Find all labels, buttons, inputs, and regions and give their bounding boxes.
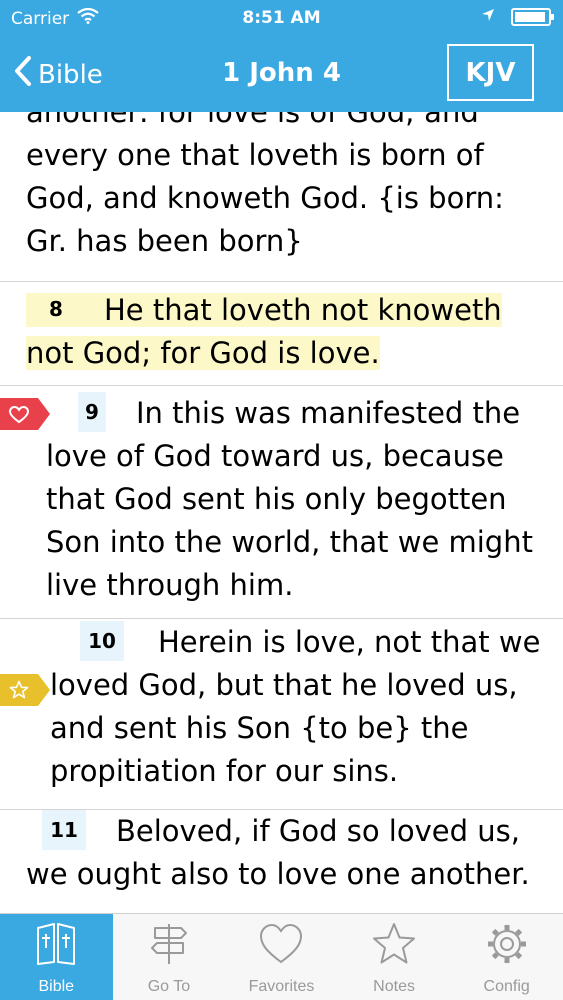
tab-bar: Bible Go To Favorites Notes Config	[0, 913, 563, 1000]
note-marker[interactable]	[0, 674, 50, 706]
chevron-left-icon	[14, 56, 32, 93]
tab-config[interactable]: Config	[450, 914, 563, 1000]
favorite-marker[interactable]	[0, 398, 50, 430]
tab-notes[interactable]: Notes	[338, 914, 451, 1000]
verse-row[interactable]: another: for love is of God; and every o…	[0, 112, 563, 282]
verse-number: 11	[42, 810, 86, 850]
tab-label: Go To	[147, 978, 191, 995]
location-arrow-icon	[481, 7, 495, 27]
battery-fill	[515, 12, 546, 22]
chapter-content[interactable]: another: for love is of God; and every o…	[0, 112, 563, 913]
verse-body: 10 Herein is love, not that we loved God,…	[50, 621, 543, 793]
verse-text: another: for love is of God; and every o…	[26, 112, 504, 258]
tab-label: Config	[483, 978, 530, 995]
star-icon	[9, 669, 29, 712]
verse-number: 9	[78, 392, 106, 432]
verse-body: 9 In this was manifested the love of God …	[46, 392, 543, 607]
tab-favorites[interactable]: Favorites	[225, 914, 338, 1000]
back-label: Bible	[38, 59, 103, 90]
version-button[interactable]: KJV	[447, 44, 534, 101]
gear-icon	[483, 922, 531, 970]
heart-icon	[8, 393, 30, 436]
verse-text: He that loveth not knoweth not God; for …	[26, 293, 502, 370]
verse-row[interactable]: 11 Beloved, if God so loved us, we ought …	[0, 810, 563, 913]
back-button[interactable]: Bible	[14, 56, 103, 93]
bible-icon	[32, 922, 80, 970]
verse-row[interactable]: 9 In this was manifested the love of God …	[0, 386, 563, 619]
tab-bible[interactable]: Bible	[0, 914, 113, 1000]
tab-goto[interactable]: Go To	[113, 914, 226, 1000]
verse-number: 10	[80, 621, 124, 661]
status-bar: Carrier 8:51 AM	[0, 0, 563, 36]
verse-row[interactable]: 10 Herein is love, not that we loved God,…	[0, 619, 563, 810]
tab-label: Bible	[38, 978, 75, 995]
heart-icon	[257, 922, 305, 970]
verse-text: Beloved, if God so loved us, we ought al…	[26, 814, 530, 891]
verse-text: In this was manifested the love of God t…	[46, 396, 533, 602]
signpost-icon	[145, 922, 193, 970]
verse-number: 8	[49, 297, 63, 321]
battery-icon	[511, 8, 554, 26]
tab-label: Favorites	[248, 978, 315, 995]
navigation-bar: Bible 1 John 4 KJV	[0, 36, 563, 112]
status-right	[481, 7, 554, 27]
verse-row[interactable]: 8 He that loveth not knoweth not God; for…	[0, 282, 563, 386]
tab-label: Notes	[373, 978, 415, 995]
status-time: 8:51 AM	[242, 8, 321, 28]
verse-body: 8 He that loveth not knoweth not God; for…	[26, 289, 523, 375]
app-header: Carrier 8:51 AM Bible 1 John 4 KJV	[0, 0, 563, 112]
verse-body: 11 Beloved, if God so loved us, we ought …	[26, 810, 533, 896]
star-icon	[370, 922, 418, 970]
highlighted-verse: 8 He that loveth not knoweth not God; for…	[26, 293, 502, 370]
